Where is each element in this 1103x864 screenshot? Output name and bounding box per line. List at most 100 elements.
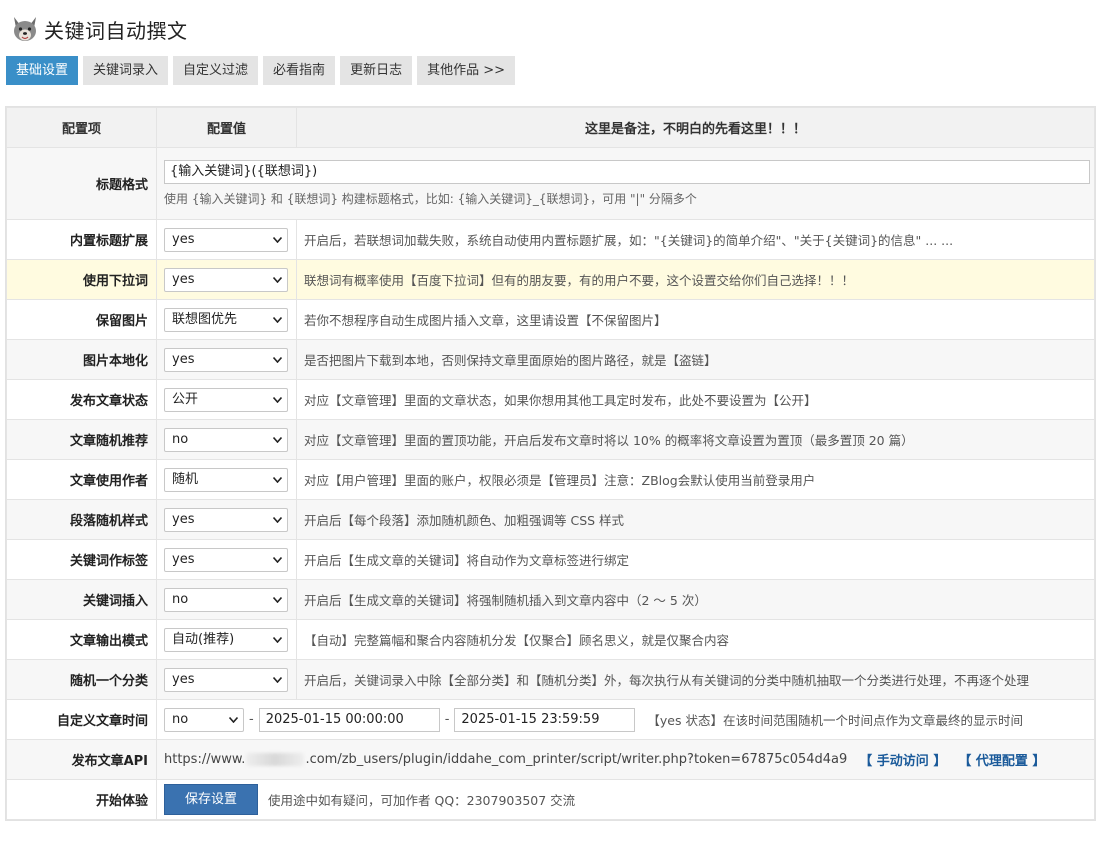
tab-keyword-entry[interactable]: 关键词录入 — [83, 56, 169, 85]
row-note: 对应【用户管理】里面的账户，权限必须是【管理员】注意：ZBlog会默认使用当前登… — [296, 459, 1095, 500]
select-value: 随机 — [172, 471, 199, 487]
row-random-recommend: 文章随机推荐 no 对应【文章管理】里面的置顶功能，开启后发布文章时将以 10% 的… — [6, 419, 1095, 460]
row-image-localize: 图片本地化 yes 是否把图片下载到本地，否则保持文章里面原始的图片路径，就是【盗链… — [6, 339, 1095, 380]
tab-other-works[interactable]: 其他作品 >> — [417, 56, 515, 85]
paragraph-style-select[interactable]: yes — [164, 507, 288, 532]
proxy-config-link[interactable]: 【 代理配置 】 — [958, 750, 1045, 769]
end-time-input[interactable]: 2025-01-15 23:59:59 — [454, 707, 636, 732]
chevron-down-icon — [273, 636, 282, 643]
select-value: yes — [172, 671, 195, 687]
contact-text: 使用途中如有疑问，可加作者 QQ：2307903507 交流 — [268, 793, 576, 808]
start-time-input[interactable]: 2025-01-15 00:00:00 — [258, 707, 440, 732]
select-value: 自动(推荐) — [172, 631, 235, 647]
chevron-down-icon — [273, 596, 282, 603]
chevron-down-icon — [273, 556, 282, 563]
tab-bar: 基础设置 关键词录入 自定义过滤 必看指南 更新日志 其他作品 >> — [6, 56, 520, 85]
row-label: 关键词作标签 — [6, 539, 157, 580]
row-note: 开启后【每个段落】添加随机颜色、加粗强调等 CSS 样式 — [296, 499, 1095, 540]
row-title-format: 标题格式 {输入关键词}({联想词}) 使用 {输入关键词} 和 {联想词} 构… — [6, 147, 1095, 220]
keyword-as-tag-select[interactable]: yes — [164, 547, 288, 572]
row-label: 关键词插入 — [6, 579, 157, 620]
row-keyword-as-tag: 关键词作标签 yes 开启后【生成文章的关键词】将自动作为文章标签进行绑定 — [6, 539, 1095, 580]
custom-time-select[interactable]: no — [164, 707, 244, 732]
select-value: no — [172, 711, 189, 727]
use-dropdown-words-select[interactable]: yes — [164, 267, 288, 292]
chevron-down-icon — [273, 436, 282, 443]
header-config-value: 配置值 — [156, 107, 297, 148]
api-url-prefix: https://www. — [164, 752, 246, 767]
row-label: 使用下拉词 — [6, 259, 157, 300]
chevron-down-icon — [273, 396, 282, 403]
keyword-insert-select[interactable]: no — [164, 587, 288, 612]
row-label: 保留图片 — [6, 299, 157, 340]
select-value: yes — [172, 351, 195, 367]
output-mode-select[interactable]: 自动(推荐) — [164, 627, 288, 652]
row-article-author: 文章使用作者 随机 对应【用户管理】里面的账户，权限必须是【管理员】注意：ZBlog… — [6, 459, 1095, 500]
row-keep-images: 保留图片 联想图优先 若你不想程序自动生成图片插入文章，这里请设置【不保留图片】 — [6, 299, 1095, 340]
row-output-mode: 文章输出模式 自动(推荐) 【自动】完整篇幅和聚合内容随机分发【仅聚合】顾名思义，就… — [6, 619, 1095, 660]
row-label: 发布文章状态 — [6, 379, 157, 420]
row-label: 标题格式 — [6, 147, 157, 220]
chevron-down-icon — [273, 516, 282, 523]
row-note: 开启后【生成文章的关键词】将自动作为文章标签进行绑定 — [296, 539, 1095, 580]
header-notes: 这里是备注，不明白的先看这里！！！ — [296, 107, 1095, 148]
row-use-dropdown-words: 使用下拉词 yes 联想词有概率使用【百度下拉词】但有的朋友要，有的用户不要，这个设… — [6, 259, 1095, 300]
row-note: 开启后，关键词录入中除【全部分类】和【随机分类】外，每次执行从有关键词的分类中随… — [296, 659, 1095, 700]
select-value: yes — [172, 271, 195, 287]
api-url-suffix: .com/zb_users/plugin/iddahe_com_printer/… — [305, 752, 848, 767]
title-format-input[interactable]: {输入关键词}({联想词}) — [164, 160, 1090, 184]
tab-basic-settings[interactable]: 基础设置 — [6, 56, 79, 85]
range-dash: - — [444, 712, 450, 727]
tab-custom-filter[interactable]: 自定义过滤 — [173, 56, 259, 85]
settings-panel: 配置项 配置值 这里是备注，不明白的先看这里！！！ 标题格式 {输入关键词}({… — [5, 106, 1096, 821]
settings-table: 配置项 配置值 这里是备注，不明白的先看这里！！！ 标题格式 {输入关键词}({… — [6, 107, 1095, 820]
row-custom-time: 自定义文章时间 no - 2025-01-15 00:00:00 - 2025-… — [6, 699, 1095, 740]
row-note: 对应【文章管理】里面的文章状态，如果你想用其他工具定时发布，此处不要设置为【公开… — [296, 379, 1095, 420]
article-author-select[interactable]: 随机 — [164, 467, 288, 492]
row-label: 发布文章API — [6, 739, 157, 780]
title-format-hint: 使用 {输入关键词} 和 {联想词} 构建标题格式，比如: {输入关键词}_{联… — [164, 192, 697, 206]
keep-images-select[interactable]: 联想图优先 — [164, 307, 288, 332]
row-random-category: 随机一个分类 yes 开启后，关键词录入中除【全部分类】和【随机分类】外，每次执行从… — [6, 659, 1095, 700]
row-publish-api: 发布文章API https://www. .com/zb_users/plugi… — [6, 739, 1095, 780]
tab-guide[interactable]: 必看指南 — [263, 56, 336, 85]
row-note: 开启后【生成文章的关键词】将强制随机插入到文章内容中（2 ～ 5 次） — [296, 579, 1095, 620]
wolf-icon — [14, 17, 36, 41]
publish-status-select[interactable]: 公开 — [164, 387, 288, 412]
row-paragraph-style: 段落随机样式 yes 开启后【每个段落】添加随机颜色、加粗强调等 CSS 样式 — [6, 499, 1095, 540]
select-value: no — [172, 431, 189, 447]
select-value: yes — [172, 511, 195, 527]
select-value: 公开 — [172, 391, 199, 407]
save-button[interactable]: 保存设置 — [164, 784, 258, 815]
random-recommend-select[interactable]: no — [164, 427, 288, 452]
select-value: yes — [172, 551, 195, 567]
random-category-select[interactable]: yes — [164, 667, 288, 692]
builtin-title-ext-select[interactable]: yes — [164, 227, 288, 252]
row-label: 自定义文章时间 — [6, 699, 157, 740]
row-note: 开启后，若联想词加载失败，系统自动使用内置标题扩展，如："{关键词}的简单介绍"… — [296, 219, 1095, 260]
header-config-item: 配置项 — [6, 107, 157, 148]
select-value: no — [172, 591, 189, 607]
row-note: 对应【文章管理】里面的置顶功能，开启后发布文章时将以 10% 的概率将文章设置为… — [296, 419, 1095, 460]
row-note: 是否把图片下载到本地，否则保持文章里面原始的图片路径，就是【盗链】 — [296, 339, 1095, 380]
custom-time-note: 【yes 状态】在该时间范围随机一个时间点作为文章最终的显示时间 — [647, 713, 1023, 728]
page-title: 关键词自动撰文 — [44, 18, 188, 43]
row-note: 【自动】完整篇幅和聚合内容随机分发【仅聚合】顾名思义，就是仅聚合内容 — [296, 619, 1095, 660]
row-keyword-insert: 关键词插入 no 开启后【生成文章的关键词】将强制随机插入到文章内容中（2 ～ 5 … — [6, 579, 1095, 620]
row-label: 图片本地化 — [6, 339, 157, 380]
row-publish-status: 发布文章状态 公开 对应【文章管理】里面的文章状态，如果你想用其他工具定时发布，此处… — [6, 379, 1095, 420]
chevron-down-icon — [273, 236, 282, 243]
image-localize-select[interactable]: yes — [164, 347, 288, 372]
row-label: 文章使用作者 — [6, 459, 157, 500]
table-header-row: 配置项 配置值 这里是备注，不明白的先看这里！！！ — [6, 107, 1095, 148]
row-label: 内置标题扩展 — [6, 219, 157, 260]
chevron-down-icon — [273, 276, 282, 283]
app-header: 关键词自动撰文 — [10, 12, 188, 46]
tab-changelog[interactable]: 更新日志 — [340, 56, 413, 85]
chevron-down-icon — [273, 356, 282, 363]
chevron-down-icon — [273, 676, 282, 683]
range-dash: - — [249, 712, 254, 727]
manual-access-link[interactable]: 【 手动访问 】 — [859, 750, 946, 769]
chevron-down-icon — [229, 716, 238, 723]
row-label: 开始体验 — [6, 779, 157, 820]
